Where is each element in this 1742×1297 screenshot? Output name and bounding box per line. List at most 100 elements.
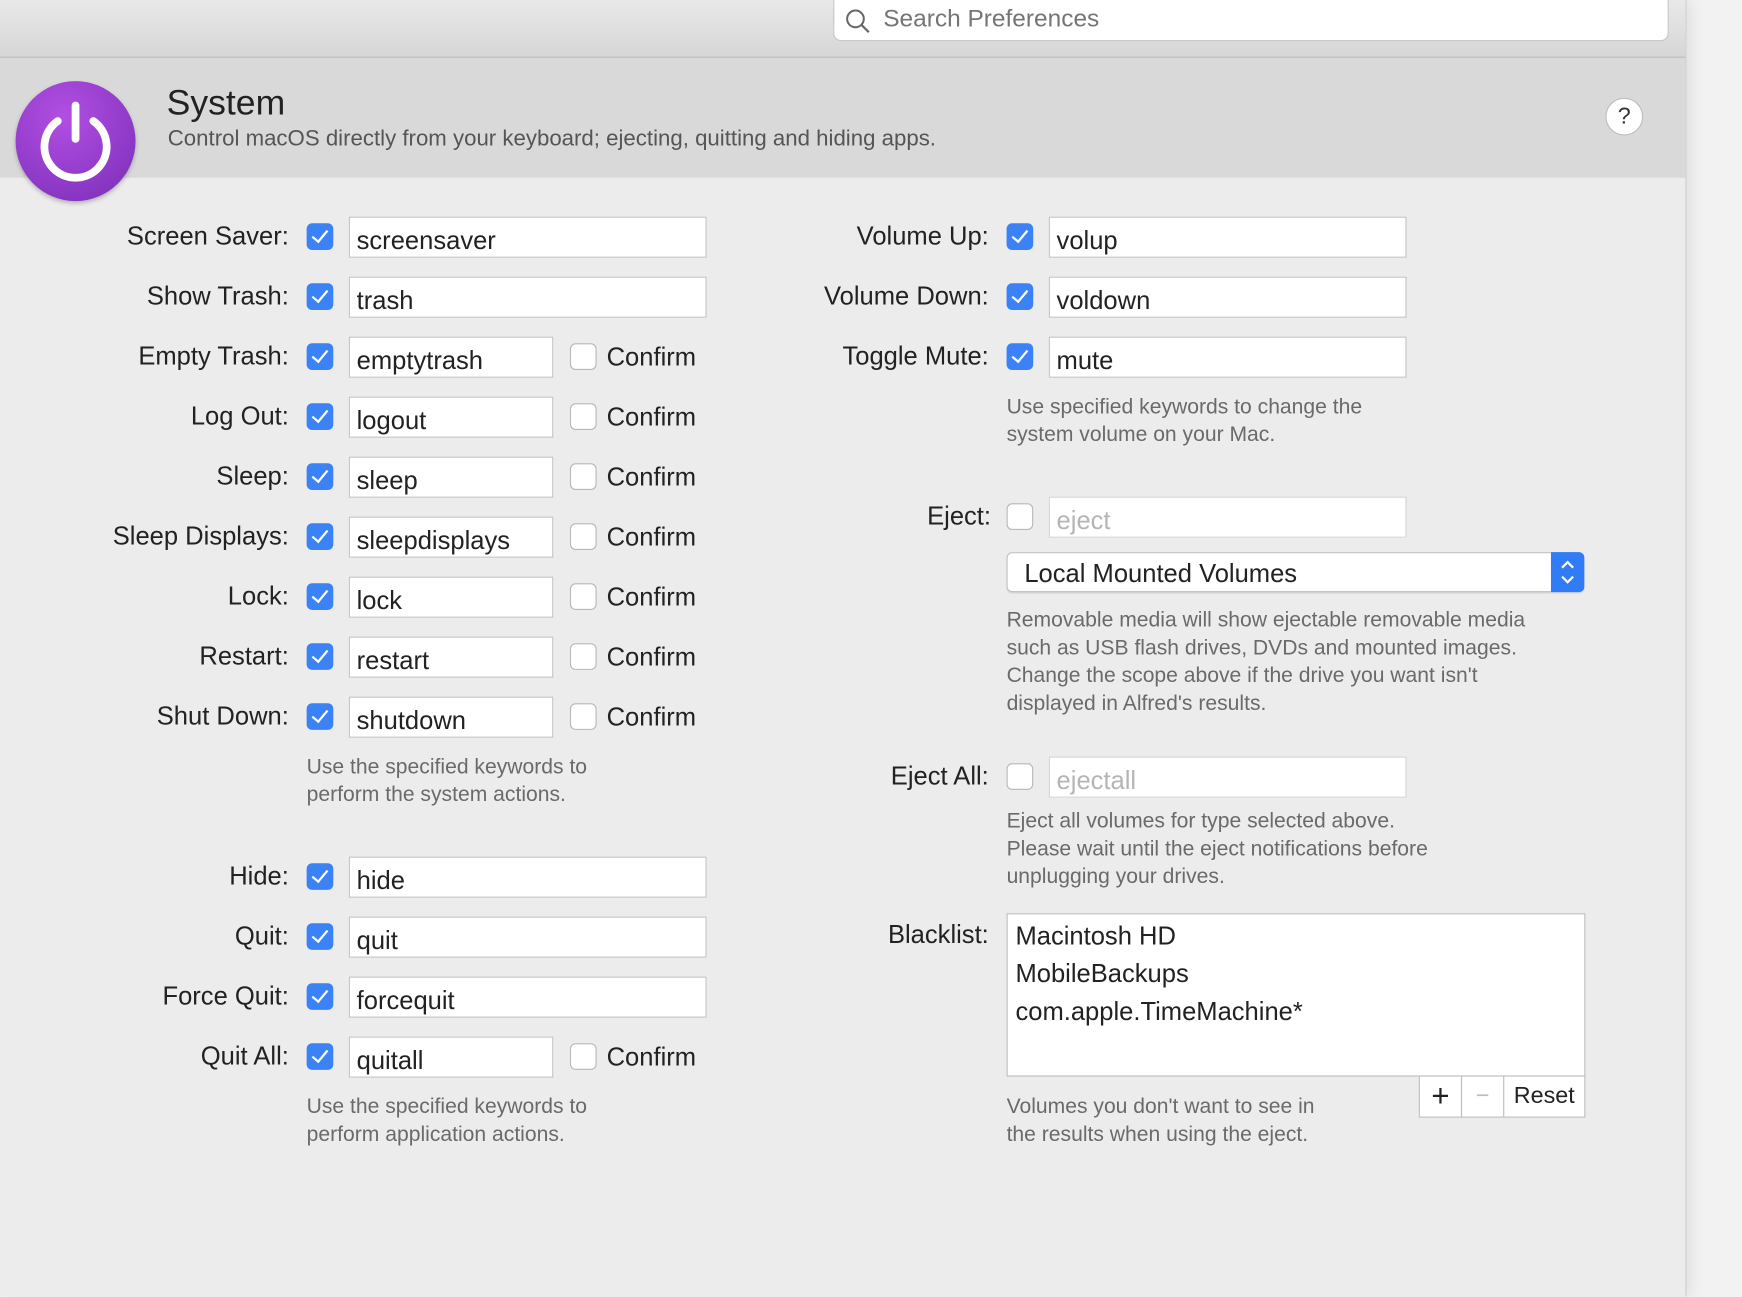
chevron-updown-icon — [1550, 552, 1585, 593]
sleep-displays-confirm-checkbox[interactable] — [569, 523, 597, 550]
eject-scope-help-text: displayed in Alfred's results. — [1006, 692, 1267, 716]
help-button[interactable]: ? — [1605, 97, 1644, 136]
toggle-mute-keyword-field[interactable]: mute — [1048, 336, 1407, 378]
blacklist-help-text: the results when using the eject. — [1006, 1123, 1309, 1147]
empty-trash-confirm-checkbox[interactable] — [569, 343, 597, 370]
shut-down-checkbox[interactable] — [306, 703, 334, 730]
list-item[interactable]: Macintosh HD — [1015, 921, 1175, 951]
power-icon — [15, 81, 136, 202]
list-item[interactable]: com.apple.TimeMachine* — [1015, 997, 1302, 1027]
empty-trash-checkbox[interactable] — [306, 343, 334, 370]
eject-all-help-text: Please wait until the eject notification… — [1006, 837, 1428, 862]
volume-up-keyword-field[interactable]: volup — [1048, 216, 1407, 258]
show-trash-label: Show Trash: — [146, 281, 289, 310]
empty-trash-confirm-label: Confirm — [606, 342, 697, 372]
lock-confirm-checkbox[interactable] — [569, 583, 597, 610]
restart-keyword-field[interactable]: restart — [348, 636, 554, 678]
blacklist-help-text: Volumes you don't want to see in — [1006, 1095, 1315, 1119]
eject-keyword-field[interactable]: eject — [1048, 496, 1407, 538]
volume-down-checkbox[interactable] — [1006, 283, 1034, 310]
hide-keyword-field[interactable]: hide — [348, 856, 707, 898]
volume-down-label: Volume Down: — [824, 281, 989, 310]
blacklist-label: Blacklist: — [887, 919, 989, 949]
empty-trash-keyword-field[interactable]: emptytrash — [348, 336, 554, 378]
shut-down-label: Shut Down: — [156, 701, 289, 730]
restart-label: Restart: — [199, 641, 289, 670]
app-actions-help-text: Use the specified keywords to — [306, 1095, 588, 1119]
remove-button[interactable]: − — [1460, 1075, 1505, 1118]
quit-all-confirm-checkbox[interactable] — [569, 1043, 597, 1070]
app-actions-help-text: perform application actions. — [306, 1123, 565, 1147]
eject-all-help-text: unplugging your drives. — [1006, 865, 1225, 889]
lock-checkbox[interactable] — [306, 583, 334, 610]
volume-down-keyword-field[interactable]: voldown — [1048, 276, 1407, 318]
shut-down-confirm-checkbox[interactable] — [569, 703, 597, 730]
log-out-keyword-field[interactable]: logout — [348, 396, 554, 438]
sleep-displays-keyword-field[interactable]: sleepdisplays — [348, 516, 554, 558]
page-subtitle: Control macOS directly from your keyboar… — [167, 126, 936, 152]
restart-confirm-label: Confirm — [606, 642, 697, 672]
quit-all-checkbox[interactable] — [306, 1043, 334, 1070]
quit-all-confirm-label: Confirm — [606, 1042, 697, 1072]
toolbar — [0, 0, 1686, 58]
eject-all-help-text: Eject all volumes for type selected abov… — [1006, 809, 1395, 834]
eject-all-checkbox[interactable] — [1006, 763, 1034, 790]
volume-help-text: Use specified keywords to change the — [1006, 395, 1363, 419]
sleep-displays-confirm-label: Confirm — [606, 522, 697, 552]
quit-all-label: Quit All: — [200, 1041, 289, 1070]
sleep-keyword-field[interactable]: sleep — [348, 456, 554, 498]
log-out-confirm-checkbox[interactable] — [569, 403, 597, 430]
hide-checkbox[interactable] — [306, 863, 334, 890]
sleep-displays-checkbox[interactable] — [306, 523, 334, 550]
volume-up-checkbox[interactable] — [1006, 223, 1034, 250]
hide-label: Hide: — [229, 861, 289, 890]
add-button[interactable]: + — [1418, 1075, 1463, 1118]
sleep-checkbox[interactable] — [306, 463, 334, 490]
blacklist-list[interactable]: Macintosh HD MobileBackups com.apple.Tim… — [1006, 913, 1586, 1077]
eject-scope-value: Local Mounted Volumes — [1024, 558, 1298, 588]
screen-saver-keyword-field[interactable]: screensaver — [348, 216, 707, 258]
quit-label: Quit: — [234, 921, 289, 950]
screen-saver-checkbox[interactable] — [306, 223, 334, 250]
log-out-checkbox[interactable] — [306, 403, 334, 430]
volume-up-label: Volume Up: — [856, 221, 989, 250]
eject-checkbox[interactable] — [1006, 503, 1034, 530]
sleep-confirm-label: Confirm — [606, 462, 697, 492]
restart-confirm-checkbox[interactable] — [569, 643, 597, 670]
eject-scope-help-text: such as USB flash drives, DVDs and mount… — [1006, 636, 1517, 660]
eject-scope-select[interactable]: Local Mounted Volumes — [1006, 552, 1585, 593]
eject-scope-help-text: Removable media will show ejectable remo… — [1006, 608, 1526, 633]
search-input[interactable] — [881, 3, 1608, 35]
quit-checkbox[interactable] — [306, 923, 334, 950]
eject-all-label: Eject All: — [890, 761, 989, 790]
toggle-mute-checkbox[interactable] — [1006, 343, 1034, 370]
shut-down-keyword-field[interactable]: shutdown — [348, 696, 554, 738]
system-actions-help-text: Use the specified keywords to — [306, 755, 588, 779]
sleep-confirm-checkbox[interactable] — [569, 463, 597, 490]
lock-keyword-field[interactable]: lock — [348, 576, 554, 618]
force-quit-keyword-field[interactable]: forcequit — [348, 976, 707, 1018]
shut-down-confirm-label: Confirm — [606, 702, 697, 732]
force-quit-checkbox[interactable] — [306, 983, 334, 1010]
list-item[interactable]: MobileBackups — [1015, 959, 1188, 989]
empty-trash-label: Empty Trash: — [138, 341, 289, 370]
reset-button[interactable]: Reset — [1503, 1075, 1586, 1118]
preferences-window: System Control macOS directly from your … — [0, 0, 1687, 1297]
show-trash-checkbox[interactable] — [306, 283, 334, 310]
force-quit-label: Force Quit: — [162, 981, 289, 1010]
sleep-displays-label: Sleep Displays: — [112, 521, 289, 550]
quit-all-keyword-field[interactable]: quitall — [348, 1036, 554, 1078]
show-trash-keyword-field[interactable]: trash — [348, 276, 707, 318]
page-title: System — [166, 82, 286, 123]
search-field[interactable] — [833, 0, 1669, 42]
lock-confirm-label: Confirm — [606, 582, 697, 612]
eject-all-keyword-field[interactable]: ejectall — [1048, 756, 1407, 798]
restart-checkbox[interactable] — [306, 643, 334, 670]
toggle-mute-label: Toggle Mute: — [842, 341, 989, 370]
eject-label: Eject: — [927, 501, 992, 530]
sleep-label: Sleep: — [216, 461, 289, 490]
quit-keyword-field[interactable]: quit — [348, 916, 707, 958]
lock-label: Lock: — [227, 581, 289, 610]
log-out-label: Log Out: — [190, 401, 289, 430]
search-icon — [846, 9, 870, 34]
